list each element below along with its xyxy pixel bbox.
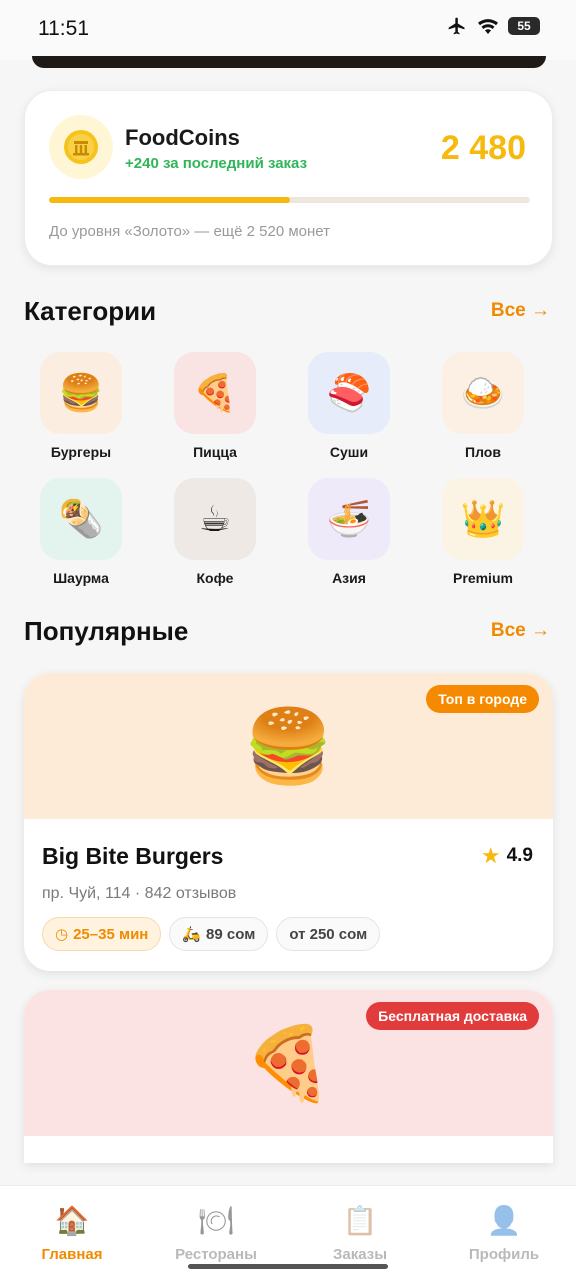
category-label: Шаурма: [53, 570, 109, 586]
clipboard-icon: 📋: [342, 1204, 378, 1237]
airplane-icon: [448, 17, 465, 35]
nav-profile[interactable]: 👤 Профиль: [432, 1204, 576, 1263]
curry-rice-icon: 🍛: [442, 352, 524, 434]
level-progress-note: До уровня «Золото» — ещё 2 520 монет: [49, 223, 331, 240]
status-bar: 11:51 55: [0, 0, 576, 60]
nav-label: Рестораны: [175, 1246, 257, 1263]
level-progress-bar: [49, 197, 530, 203]
restaurant-card[interactable]: 🍕 Бесплатная доставка: [24, 990, 553, 1163]
burrito-icon: 🌯: [40, 478, 122, 560]
nav-home[interactable]: 🏠 Главная: [0, 1204, 144, 1263]
top-in-city-badge: Топ в городе: [426, 685, 539, 713]
wifi-icon: [478, 19, 498, 34]
category-label: Кофе: [196, 570, 234, 586]
category-label: Суши: [329, 444, 369, 460]
status-icons: 55: [446, 16, 540, 36]
foodcoins-title: FoodCoins: [125, 125, 240, 150]
free-delivery-badge: Бесплатная доставка: [366, 1002, 539, 1030]
category-sushi[interactable]: 🍣 Суши: [289, 352, 409, 460]
delivery-time-chip: ◷ 25–35 мин: [42, 917, 162, 951]
restaurant-info: Big Bite Burgers ★ 4.9 пр. Чуй, 114 · 84…: [24, 819, 553, 971]
hero-banner-edge[interactable]: [32, 56, 546, 68]
restaurant-address: пр. Чуй, 114 · 842 отзывов: [42, 885, 237, 902]
category-premium[interactable]: 👑 Premium: [423, 478, 543, 586]
coffee-icon: ☕: [174, 478, 256, 560]
restaurant-image: 🍔 Топ в городе: [24, 673, 553, 819]
pizza-icon: 🍕: [243, 1020, 334, 1105]
categories-all-link[interactable]: Все →: [491, 300, 550, 322]
category-plov[interactable]: 🍛 Плов: [423, 352, 543, 460]
category-burgers[interactable]: 🍔 Бургеры: [21, 352, 141, 460]
status-time: 11:51: [38, 17, 89, 40]
star-icon: ★: [480, 843, 501, 868]
restaurant-name: Big Bite Burgers: [42, 843, 224, 869]
nav-label: Главная: [41, 1246, 103, 1263]
nav-restaurants[interactable]: 🍽 Рестораны: [144, 1204, 288, 1263]
home-indicator[interactable]: [188, 1264, 388, 1269]
nav-orders[interactable]: 📋 Заказы: [288, 1204, 432, 1263]
noodles-icon: 🍜: [308, 478, 390, 560]
restaurant-image: 🍕 Бесплатная доставка: [24, 990, 553, 1136]
category-label: Плов: [465, 444, 501, 460]
restaurant-rating: ★ 4.9: [481, 843, 533, 869]
sushi-icon: 🍣: [308, 352, 390, 434]
category-label: Бургеры: [50, 444, 112, 460]
foodcoins-card[interactable]: FoodCoins +240 за последний заказ 2 480 …: [24, 90, 553, 266]
battery-indicator: 55: [508, 17, 540, 35]
plate-icon: 🍽: [198, 1204, 234, 1237]
popular-all-link[interactable]: Все →: [491, 620, 550, 642]
burger-icon: 🍔: [243, 703, 334, 788]
category-asia[interactable]: 🍜 Азия: [289, 478, 409, 586]
coin-icon: [49, 115, 113, 179]
nav-label: Профиль: [468, 1246, 540, 1263]
categories-title: Категории: [24, 296, 157, 326]
level-progress-fill: [49, 197, 290, 203]
category-pizza[interactable]: 🍕 Пицца: [155, 352, 275, 460]
burger-icon: 🍔: [40, 352, 122, 434]
foodcoins-last-order: +240 за последний заказ: [125, 155, 308, 172]
restaurant-card[interactable]: 🍔 Топ в городе Big Bite Burgers ★ 4.9 пр…: [24, 673, 553, 971]
min-order-chip: от 250 сом: [276, 917, 381, 951]
home-icon: 🏠: [54, 1204, 90, 1237]
restaurant-chips: ◷ 25–35 мин 🛵 89 сом от 250 сом: [42, 917, 381, 951]
pizza-icon: 🍕: [174, 352, 256, 434]
category-label: Premium: [453, 570, 513, 586]
delivery-time: 25–35 мин: [73, 925, 149, 943]
delivery-fee: 89 сом: [206, 925, 256, 943]
category-label: Азия: [332, 570, 366, 586]
category-coffee[interactable]: ☕ Кофе: [155, 478, 275, 586]
category-shawarma[interactable]: 🌯 Шаурма: [21, 478, 141, 586]
rating-value: 4.9: [506, 845, 533, 866]
foodcoins-balance: 2 480: [440, 129, 526, 167]
delivery-fee-chip: 🛵 89 сом: [169, 917, 269, 951]
popular-title: Популярные: [24, 616, 189, 646]
min-order: от 250 сом: [289, 925, 368, 943]
nav-label: Заказы: [332, 1246, 388, 1263]
scooter-icon: 🛵: [182, 925, 202, 943]
crown-icon: 👑: [442, 478, 524, 560]
profile-icon: 👤: [486, 1204, 522, 1237]
timer-icon: ◷: [55, 926, 69, 943]
category-label: Пицца: [193, 444, 237, 460]
